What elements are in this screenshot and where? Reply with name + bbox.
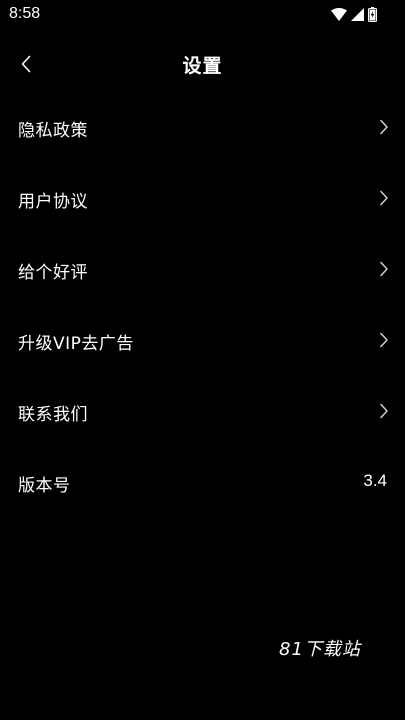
watermark: 81下载站 — [279, 639, 361, 660]
chevron-right-icon — [380, 261, 388, 277]
version-value: 3.4 — [363, 471, 387, 490]
item-label: 给个好评 — [18, 263, 88, 283]
status-time: 8:58 — [9, 5, 41, 22]
item-label: 升级VIP去广告 — [18, 334, 134, 354]
wifi-icon — [331, 7, 347, 21]
upgrade-vip-item[interactable]: 升级VIP去广告 — [0, 305, 405, 376]
version-item: 版本号 3.4 — [0, 447, 405, 511]
chevron-right-icon — [380, 332, 388, 348]
chevron-right-icon — [380, 119, 388, 135]
privacy-policy-item[interactable]: 隐私政策 — [0, 92, 405, 163]
battery-charging-icon — [368, 6, 377, 22]
signal-icon — [351, 7, 364, 21]
page-title: 设置 — [182, 55, 223, 77]
user-agreement-item[interactable]: 用户协议 — [0, 163, 405, 234]
status-bar: 8:58 — [0, 0, 405, 30]
settings-screen: 8:58 设置 隐私政策 用户协议 给个好评 升级VIP去广告 联系我们 版本号… — [0, 0, 405, 720]
item-label: 用户协议 — [18, 192, 88, 212]
chevron-right-icon — [380, 403, 388, 419]
item-label: 隐私政策 — [18, 121, 88, 141]
rate-app-item[interactable]: 给个好评 — [0, 234, 405, 305]
contact-us-item[interactable]: 联系我们 — [0, 376, 405, 447]
status-icons — [327, 6, 377, 22]
header: 设置 — [0, 40, 405, 88]
chevron-right-icon — [380, 190, 388, 206]
version-label: 版本号 — [18, 476, 71, 496]
item-label: 联系我们 — [18, 405, 88, 425]
settings-list: 隐私政策 用户协议 给个好评 升级VIP去广告 联系我们 版本号 3.4 — [0, 92, 405, 511]
